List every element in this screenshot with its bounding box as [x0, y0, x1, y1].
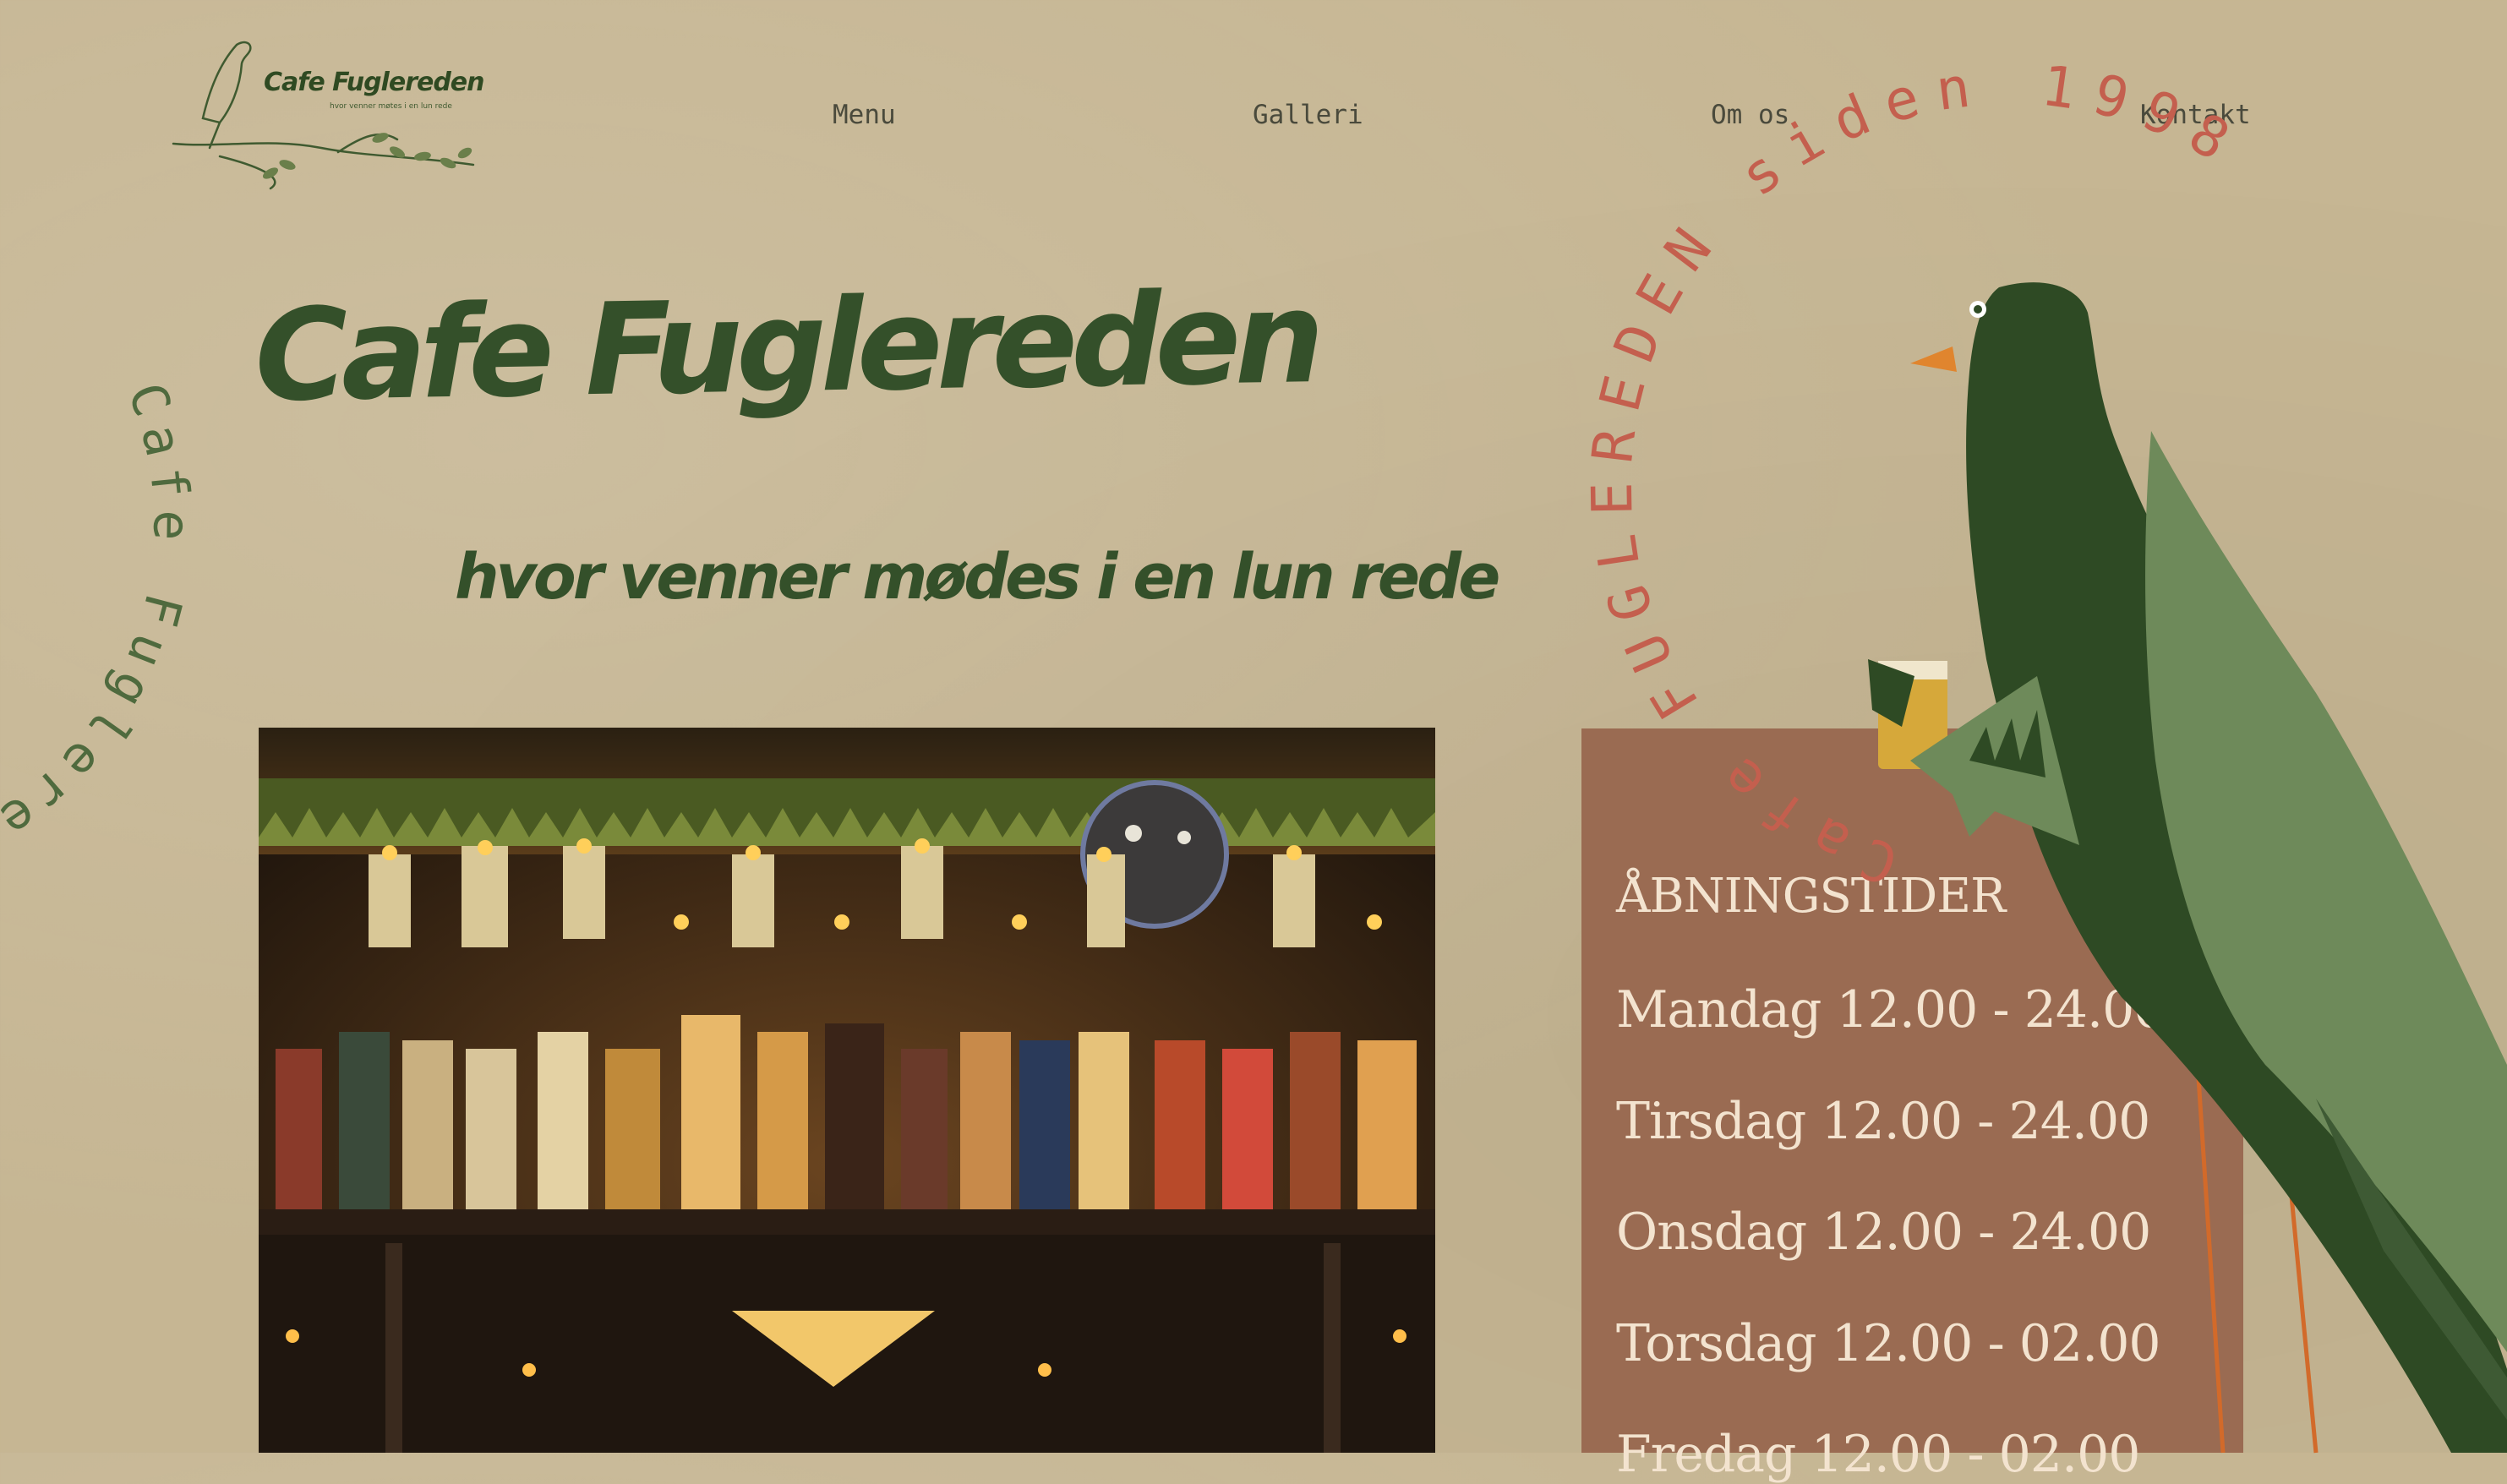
left-curved-slogan: Cafe Fuglereden siden 1998 [0, 375, 191, 876]
bird-holding-beer-icon [1868, 282, 2507, 1454]
hero-tagline: hvor venner mødes i en lun rede [455, 541, 1500, 614]
page-title: Cafe Fuglereden [254, 265, 1319, 430]
logo-bird-on-branch-icon[interactable] [169, 38, 482, 190]
bar-photo-image [259, 728, 1435, 1453]
nav-link-galleri[interactable]: Galleri [1253, 100, 1363, 130]
logo-tagline: hvor venner møtes i en lun rede [330, 102, 452, 111]
logo-title[interactable]: Cafe Fuglereden [264, 68, 485, 97]
nav-link-menu[interactable]: Menu [833, 100, 896, 130]
left-curved-text: Cafe Fuglereden siden 1998 [0, 375, 191, 876]
svg-text:Cafe Fuglereden siden 1998: Cafe Fuglereden siden 1998 [0, 375, 201, 876]
